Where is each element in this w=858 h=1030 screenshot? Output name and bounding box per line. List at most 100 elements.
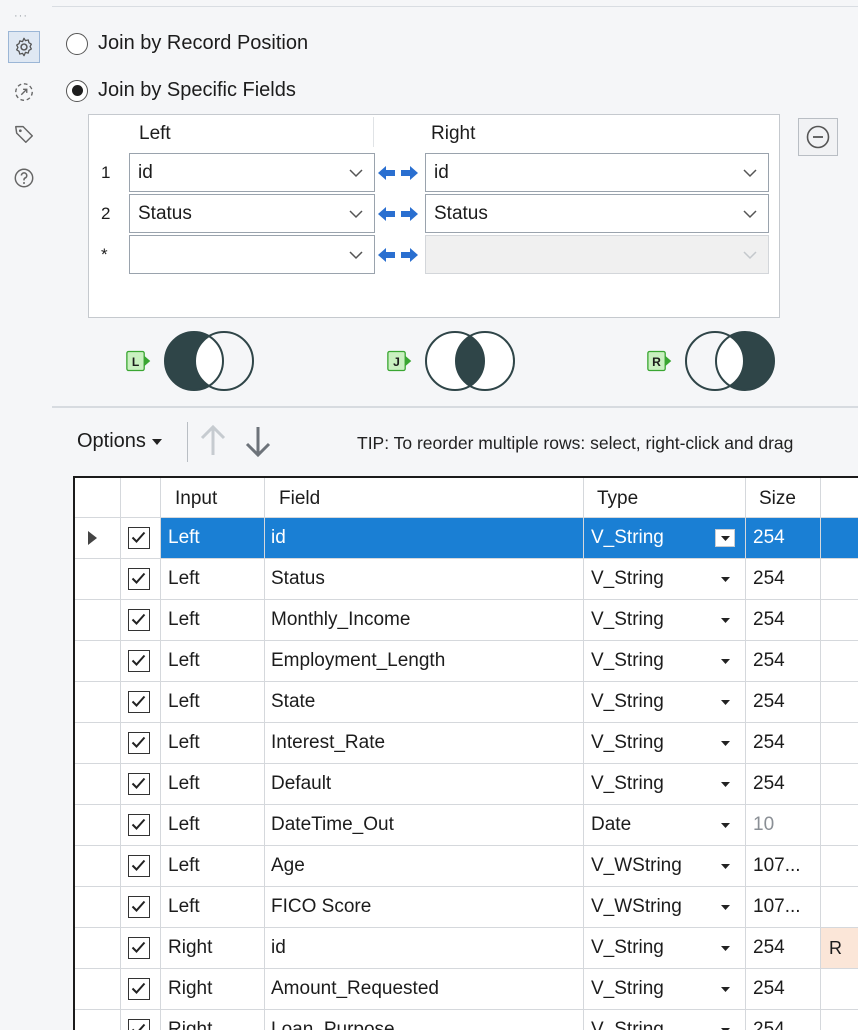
keep-field-checkbox[interactable]	[128, 527, 150, 549]
field-cell[interactable]: Loan_Purpose	[264, 1010, 583, 1030]
table-row[interactable]: Left State V_String 254	[75, 682, 858, 723]
size-cell[interactable]: 254	[745, 518, 820, 558]
header-input[interactable]: Input	[175, 488, 217, 510]
field-cell[interactable]: Employment_Length	[264, 641, 583, 681]
table-row[interactable]: Left Interest_Rate V_String 254	[75, 723, 858, 764]
size-cell[interactable]: 254	[745, 764, 820, 804]
field-cell[interactable]: Default	[264, 764, 583, 804]
left-field-value: Status	[138, 202, 192, 224]
caret-down-icon	[720, 576, 730, 582]
type-dropdown-caret[interactable]	[715, 1021, 735, 1030]
remove-row-button[interactable]	[798, 118, 838, 156]
caret-down-icon	[720, 863, 730, 869]
header-type[interactable]: Type	[597, 488, 638, 510]
keep-field-checkbox[interactable]	[128, 1019, 150, 1030]
field-cell[interactable]: Interest_Rate	[264, 723, 583, 763]
field-cell[interactable]: State	[264, 682, 583, 722]
table-row[interactable]: Left Default V_String 254	[75, 764, 858, 805]
size-cell[interactable]: 107...	[745, 887, 820, 927]
table-row[interactable]: Left Employment_Length V_String 254	[75, 641, 858, 682]
field-cell[interactable]: FICO Score	[264, 887, 583, 927]
size-cell[interactable]: 254	[745, 682, 820, 722]
radio-button[interactable]	[66, 79, 88, 102]
type-dropdown-caret[interactable]	[715, 570, 735, 588]
options-dropdown[interactable]: Options	[77, 430, 162, 453]
field-cell[interactable]: Monthly_Income	[264, 600, 583, 640]
type-dropdown-caret[interactable]	[715, 898, 735, 916]
size-cell[interactable]: 254	[745, 559, 820, 599]
type-dropdown-caret[interactable]	[715, 652, 735, 670]
field-cell[interactable]: Status	[264, 559, 583, 599]
table-row[interactable]: Right id V_String 254 R	[75, 928, 858, 969]
join-output-venn[interactable]: J	[387, 326, 519, 396]
table-row[interactable]: Right Loan_Purpose V_String 254	[75, 1010, 858, 1030]
input-cell: Right	[168, 1019, 213, 1030]
keep-field-checkbox[interactable]	[128, 732, 150, 754]
annotation-tab[interactable]	[8, 76, 40, 108]
table-row[interactable]: Left Monthly_Income V_String 254	[75, 600, 858, 641]
radio-button[interactable]	[66, 32, 88, 55]
left-field-select[interactable]	[129, 235, 375, 274]
keep-field-checkbox[interactable]	[128, 691, 150, 713]
keep-field-checkbox[interactable]	[128, 896, 150, 918]
field-cell[interactable]: id	[264, 928, 583, 968]
checkmark-icon	[131, 818, 146, 830]
keep-field-checkbox[interactable]	[128, 855, 150, 877]
keep-field-checkbox[interactable]	[128, 937, 150, 959]
configuration-tab[interactable]	[8, 31, 40, 63]
keep-field-checkbox[interactable]	[128, 773, 150, 795]
type-dropdown-caret[interactable]	[715, 980, 735, 998]
field-cell[interactable]: Amount_Requested	[264, 969, 583, 1009]
keep-field-checkbox[interactable]	[128, 650, 150, 672]
field-cell[interactable]: Age	[264, 846, 583, 886]
right-output-venn[interactable]: R	[647, 326, 779, 396]
left-field-select[interactable]: Status	[129, 194, 375, 233]
type-dropdown-caret[interactable]	[715, 939, 735, 957]
table-row[interactable]: Left Status V_String 254	[75, 559, 858, 600]
table-row[interactable]: Left FICO Score V_WString 107...	[75, 887, 858, 928]
caret-down-icon	[151, 438, 162, 445]
join-by-fields-option[interactable]: Join by Specific Fields	[66, 79, 296, 102]
type-dropdown-caret[interactable]	[715, 857, 735, 875]
left-column-header: Left	[139, 123, 171, 144]
right-field-select[interactable]: Status	[425, 194, 769, 233]
keep-field-checkbox[interactable]	[128, 568, 150, 590]
header-field[interactable]: Field	[279, 488, 320, 510]
left-output-venn[interactable]: L	[126, 326, 258, 396]
caret-down-icon	[720, 658, 730, 664]
keep-field-checkbox[interactable]	[128, 978, 150, 1000]
type-dropdown-caret[interactable]	[715, 693, 735, 711]
help-tab[interactable]	[8, 162, 40, 194]
right-field-select[interactable]: id	[425, 153, 769, 192]
size-cell[interactable]: 254	[745, 1010, 820, 1030]
size-cell[interactable]: 254	[745, 969, 820, 1009]
table-row[interactable]: Left id V_String 254	[75, 518, 858, 559]
type-dropdown-caret[interactable]	[715, 775, 735, 793]
input-cell: Left	[168, 732, 200, 753]
size-cell[interactable]: 254	[745, 928, 820, 968]
table-row[interactable]: Right Amount_Requested V_String 254	[75, 969, 858, 1010]
header-size[interactable]: Size	[759, 488, 796, 510]
type-dropdown-caret[interactable]	[715, 734, 735, 752]
table-row[interactable]: Left Age V_WString 107...	[75, 846, 858, 887]
table-row[interactable]: Left DateTime_Out Date 10	[75, 805, 858, 846]
type-dropdown-caret[interactable]	[715, 529, 735, 547]
type-dropdown-caret[interactable]	[715, 816, 735, 834]
left-field-select[interactable]: id	[129, 153, 375, 192]
type-dropdown-caret[interactable]	[715, 611, 735, 629]
tag-tab[interactable]	[8, 118, 40, 150]
size-cell[interactable]: 107...	[745, 846, 820, 886]
join-by-position-option[interactable]: Join by Record Position	[66, 32, 308, 55]
size-cell[interactable]: 254	[745, 641, 820, 681]
size-cell[interactable]: 254	[745, 723, 820, 763]
keep-field-checkbox[interactable]	[128, 814, 150, 836]
field-cell[interactable]: id	[264, 518, 583, 558]
move-up-arrow-icon[interactable]	[198, 424, 228, 458]
size-cell[interactable]: 10	[745, 805, 820, 845]
keep-field-checkbox[interactable]	[128, 609, 150, 631]
checkmark-icon	[131, 572, 146, 584]
move-down-arrow-icon[interactable]	[243, 424, 273, 458]
field-cell[interactable]: DateTime_Out	[264, 805, 583, 845]
current-row-indicator	[88, 531, 97, 545]
size-cell[interactable]: 254	[745, 600, 820, 640]
